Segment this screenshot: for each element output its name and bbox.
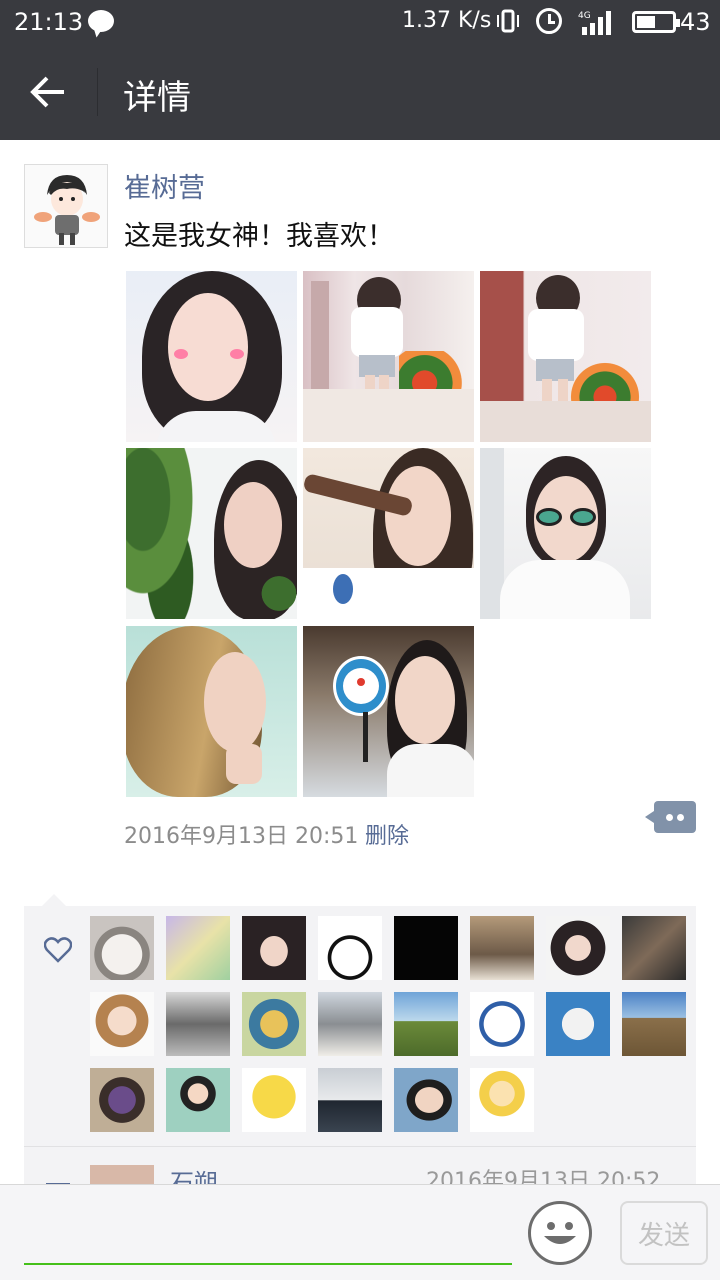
title-bar: 详情 — [0, 44, 720, 140]
avatar-illustration — [25, 165, 107, 247]
liker-avatar[interactable] — [90, 1068, 154, 1132]
header-divider — [97, 68, 98, 116]
page-title: 详情 — [123, 78, 191, 118]
liker-avatar[interactable] — [90, 916, 154, 980]
status-bar: 21:13 1.37 K/s 4G 43 — [0, 0, 720, 44]
comment-input-bar: 发送 — [0, 1184, 720, 1280]
signal-icon: 4G — [578, 11, 611, 35]
author-avatar[interactable] — [24, 164, 108, 248]
liker-avatar[interactable] — [242, 992, 306, 1056]
photo-thumbnail[interactable] — [303, 271, 474, 442]
liker-avatar[interactable] — [242, 916, 306, 980]
liker-avatar[interactable] — [318, 916, 382, 980]
liker-avatar[interactable] — [470, 992, 534, 1056]
alarm-icon — [536, 8, 562, 34]
liker-avatar[interactable] — [622, 992, 686, 1056]
post-text: 这是我女神！我喜欢！ — [124, 221, 394, 252]
liker-avatar[interactable] — [90, 992, 154, 1056]
photo-thumbnail[interactable] — [480, 271, 651, 442]
liker-avatar[interactable] — [622, 916, 686, 980]
more-dots-icon — [666, 814, 673, 821]
liker-avatar[interactable] — [394, 1068, 458, 1132]
comment-action-button[interactable] — [645, 801, 696, 833]
svg-text:4G: 4G — [578, 11, 591, 21]
photo-thumbnail[interactable] — [126, 448, 297, 619]
liker-avatar[interactable] — [166, 992, 230, 1056]
liker-avatar[interactable] — [546, 916, 610, 980]
liker-avatar[interactable] — [394, 992, 458, 1056]
vibrate-icon — [497, 9, 519, 33]
comment-input[interactable] — [24, 1203, 512, 1265]
back-button[interactable] — [20, 66, 76, 118]
author-name[interactable]: 崔树营 — [124, 166, 205, 205]
status-time: 21:13 — [14, 8, 84, 36]
liker-avatar[interactable] — [318, 992, 382, 1056]
liker-avatar[interactable] — [318, 1068, 382, 1132]
photo-thumbnail[interactable] — [126, 626, 297, 797]
likes-caret — [42, 894, 66, 906]
liker-avatar[interactable] — [394, 916, 458, 980]
commenter-name[interactable]: 石朔 — [170, 1163, 218, 1186]
emoji-smile-icon — [544, 1222, 576, 1244]
commenter-avatar[interactable] — [90, 1165, 154, 1186]
chat-notification-icon — [88, 10, 114, 32]
liker-avatar[interactable] — [166, 1068, 230, 1132]
battery-icon — [632, 11, 680, 33]
arrow-left-icon — [30, 76, 64, 108]
send-button[interactable]: 发送 — [620, 1201, 708, 1265]
liker-avatar[interactable] — [242, 1068, 306, 1132]
post-timestamp: 2016年9月13日 20:51 — [124, 824, 359, 849]
network-speed: 1.37 K/s — [402, 8, 492, 33]
photo-thumbnail[interactable] — [303, 448, 474, 619]
liker-avatar[interactable] — [166, 916, 230, 980]
battery-level: 43 — [680, 8, 711, 36]
liker-avatar[interactable] — [470, 916, 534, 980]
photo-thumbnail[interactable] — [303, 626, 474, 797]
delete-link[interactable]: 删除 — [365, 818, 409, 850]
liker-avatar[interactable] — [470, 1068, 534, 1132]
comment-timestamp: 2016年9月13日 20:52 — [426, 1169, 661, 1186]
comments-panel: 石朔 2016年9月13日 20:52 — [24, 1146, 696, 1186]
heart-outline-icon — [44, 937, 72, 963]
photo-thumbnail[interactable] — [126, 271, 297, 442]
liker-avatar[interactable] — [546, 992, 610, 1056]
photo-thumbnail[interactable] — [480, 448, 651, 619]
emoji-button[interactable] — [528, 1201, 592, 1265]
